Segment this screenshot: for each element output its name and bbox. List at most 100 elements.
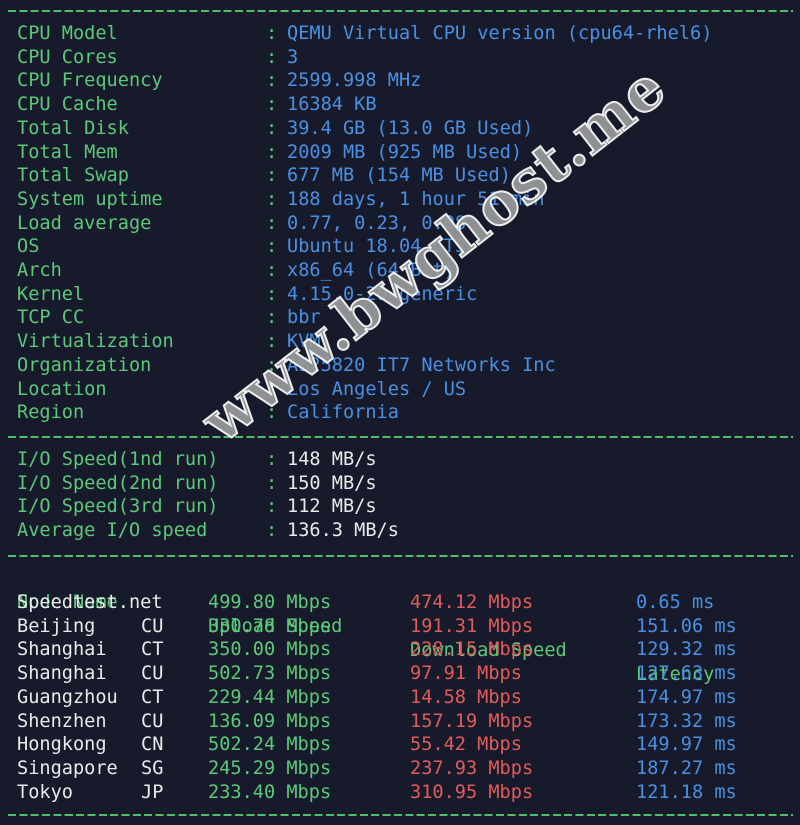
node-name: Shenzhen — [17, 710, 107, 732]
separator-line — [8, 814, 793, 816]
node-isp: CT — [141, 686, 164, 708]
info-separator: : — [266, 165, 278, 187]
speed-table-row: Hongkong CN 502.24 Mbps 55.42 Mbps 149.97 ms — [0, 733, 800, 757]
io-label: I/O Speed(3rd run) — [17, 496, 219, 518]
io-value: 112 MB/s — [287, 496, 377, 518]
info-row: CPU Model: QEMU Virtual CPU version (cpu6… — [0, 22, 800, 46]
info-label: System uptime — [17, 188, 163, 210]
info-label: TCP CC — [17, 307, 85, 329]
node-name: Speedtest.net — [17, 592, 163, 613]
info-row: CPU Cores:3 — [0, 46, 800, 70]
info-separator: : — [266, 283, 278, 305]
info-value: 3 — [287, 46, 299, 68]
io-label: I/O Speed(2nd run) — [17, 472, 219, 494]
info-row: Organization: AS25820 IT7 Networks Inc — [0, 354, 800, 378]
info-label: Region — [17, 402, 85, 424]
info-separator: : — [266, 260, 278, 281]
info-value: California — [287, 402, 399, 424]
speed-table-row: Shanghai CU 502.73 Mbps 97.91 Mbps 127.63 ms — [0, 662, 800, 686]
node-isp: CN — [141, 734, 164, 756]
io-label: I/O Speed(1nd run) — [17, 449, 219, 470]
info-separator: : — [266, 70, 278, 92]
latency: 173.32 ms — [636, 710, 737, 732]
io-row: I/O Speed(1nd run):148 MB/s — [0, 448, 800, 472]
info-label: Total Disk — [17, 117, 129, 139]
info-separator: : — [266, 23, 278, 44]
io-value: 150 MB/s — [287, 472, 377, 494]
node-isp: CU — [141, 615, 164, 637]
info-row: Total Disk:39.4 GB (13.0 GB Used) — [0, 117, 800, 141]
info-separator: : — [266, 117, 278, 139]
node-name: Shanghai — [17, 639, 107, 661]
info-row: System uptime:188 days, 1 hour 51 min — [0, 188, 800, 212]
upload-speed: 136.09 Mbps — [208, 710, 332, 732]
latency: 127.63 ms — [636, 663, 737, 685]
download-speed: 237.93 Mbps — [410, 757, 534, 779]
info-label: Virtualization — [17, 331, 174, 353]
speed-table-row: Guangzhou CT 229.44 Mbps 14.58 Mbps 174.97 m… — [0, 686, 800, 710]
separator-line — [8, 10, 793, 12]
speed-table-header: Node Name Upload Speed Download Speed La… — [0, 567, 800, 685]
download-speed: 474.12 Mbps — [410, 592, 534, 613]
io-separator: : — [266, 449, 278, 470]
info-separator: : — [266, 236, 278, 258]
info-value: 2599.998 MHz — [287, 70, 422, 92]
latency: 187.27 ms — [636, 757, 737, 779]
info-label: Kernel — [17, 283, 85, 305]
io-separator: : — [266, 496, 278, 518]
latency: 174.97 ms — [636, 686, 737, 708]
separator-line — [8, 436, 793, 438]
io-row: I/O Speed(2nd run):150 MB/s — [0, 472, 800, 496]
info-value: 2009 MB (925 MB Used) — [287, 141, 523, 163]
info-separator: : — [266, 141, 278, 163]
info-separator: : — [266, 94, 278, 116]
upload-speed: 245.29 Mbps — [208, 757, 332, 779]
upload-speed: 229.44 Mbps — [208, 686, 332, 708]
speed-table-row: Tokyo JP 233.40 Mbps 310.95 Mbps 121.18 ms — [0, 781, 800, 805]
upload-speed: 330.78 Mbps — [208, 615, 332, 637]
info-value: 39.4 GB (13.0 GB Used) — [287, 117, 534, 139]
info-label: CPU Cores — [17, 46, 118, 68]
info-row: Location: Los Angeles / US — [0, 378, 800, 402]
speed-table-row: Shenzhen CU 136.09 Mbps 157.19 Mbps 173.32 m… — [0, 710, 800, 734]
download-speed: 157.19 Mbps — [410, 710, 534, 732]
upload-speed: 499.80 Mbps — [208, 592, 332, 613]
info-row: CPU Frequency:2599.998 MHz — [0, 69, 800, 93]
info-separator: : — [266, 212, 278, 234]
download-speed: 14.58 Mbps — [410, 686, 522, 708]
node-name: Singapore — [17, 757, 118, 779]
download-speed: 191.31 Mbps — [410, 615, 534, 637]
speed-table-row: Speedtest.net 499.80 Mbps 474.12 Mbps 0.65 … — [0, 591, 800, 615]
node-name: Shanghai — [17, 663, 107, 685]
info-row: Region: California — [0, 401, 800, 425]
info-separator: : — [266, 188, 278, 210]
info-label: Organization — [17, 354, 152, 376]
latency: 0.65 ms — [636, 592, 715, 613]
info-row: Virtualization: KVM — [0, 330, 800, 354]
info-label: CPU Cache — [17, 94, 118, 116]
upload-speed: 502.24 Mbps — [208, 734, 332, 756]
info-label: Total Mem — [17, 141, 118, 163]
latency: 151.06 ms — [636, 615, 737, 637]
upload-speed: 350.00 Mbps — [208, 639, 332, 661]
download-speed: 228.15 Mbps — [410, 639, 534, 661]
io-separator: : — [266, 520, 278, 542]
terminal-output: CPU Model: QEMU Virtual CPU version (cpu6… — [0, 0, 800, 825]
io-row: I/O Speed(3rd run):112 MB/s — [0, 495, 800, 519]
info-separator: : — [266, 307, 278, 329]
node-isp: SG — [141, 757, 164, 779]
upload-speed: 502.73 Mbps — [208, 663, 332, 685]
io-row: Average I/O speed:136.3 MB/s — [0, 519, 800, 543]
info-label: Location — [17, 378, 107, 400]
node-isp: JP — [141, 781, 164, 803]
node-name: Tokyo — [17, 781, 73, 803]
upload-speed: 233.40 Mbps — [208, 781, 332, 803]
node-isp: CU — [141, 710, 164, 732]
info-separator: : — [266, 46, 278, 68]
node-name: Beijing — [17, 615, 96, 637]
node-isp: CT — [141, 639, 164, 661]
node-name: Hongkong — [17, 734, 107, 756]
info-value: 16384 KB — [287, 94, 377, 116]
speed-table-row: Beijing CU 330.78 Mbps 191.31 Mbps 151.06 ms — [0, 615, 800, 639]
info-row: Load average:0.77, 0.23, 0.08 — [0, 212, 800, 236]
